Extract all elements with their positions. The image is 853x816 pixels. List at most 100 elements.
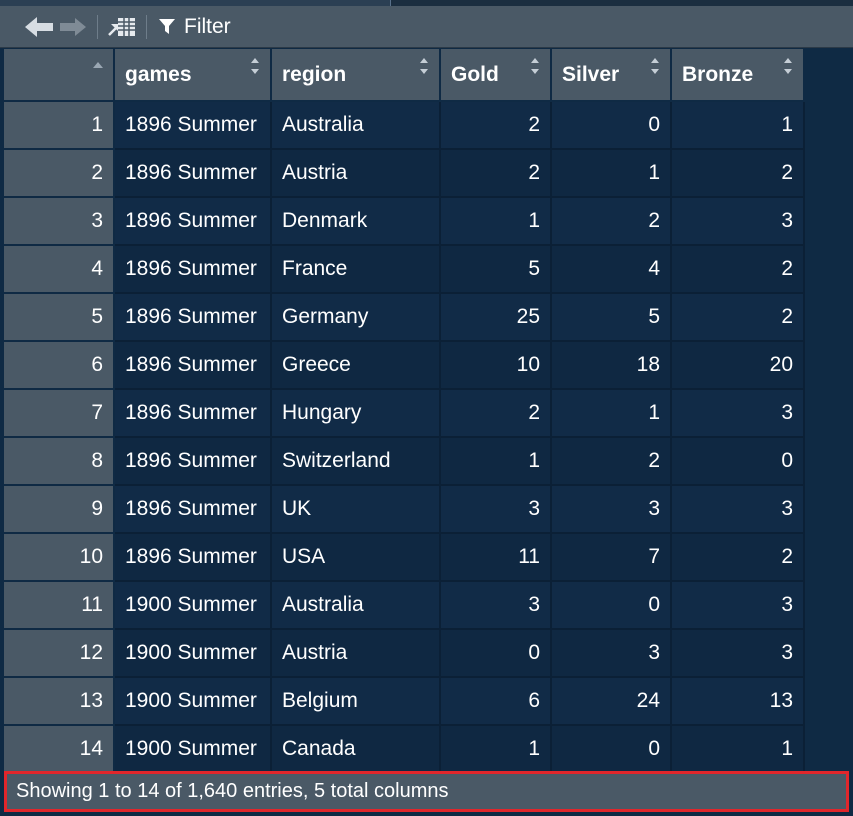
row-index-cell: 2 (4, 149, 115, 198)
row-index-cell: 1 (4, 101, 115, 150)
cell-gold: 5 (440, 245, 552, 294)
popout-button[interactable] (105, 6, 139, 48)
row-index-header[interactable] (4, 49, 115, 102)
cell-silver: 7 (551, 533, 672, 582)
table-row: 6 1896 Summer Greece 10 18 20 (4, 341, 805, 390)
cell-silver: 18 (551, 341, 672, 390)
arrow-left-icon (25, 16, 53, 37)
cell-silver: 3 (551, 629, 672, 678)
sort-icon (531, 58, 539, 74)
row-index-cell: 11 (4, 581, 115, 630)
cell-bronze: 3 (671, 485, 805, 534)
cell-bronze: 2 (671, 149, 805, 198)
column-header-bronze[interactable]: Bronze (671, 49, 805, 102)
cell-region: France (271, 245, 441, 294)
cell-games: 1896 Summer (114, 389, 272, 438)
cell-games: 1896 Summer (114, 197, 272, 246)
cell-region: Greece (271, 341, 441, 390)
cell-games: 1900 Summer (114, 629, 272, 678)
table-row: 13 1900 Summer Belgium 6 24 13 (4, 677, 805, 726)
cell-bronze: 2 (671, 293, 805, 342)
cell-region: Australia (271, 101, 441, 150)
column-header-silver[interactable]: Silver (551, 49, 672, 102)
row-index-cell: 12 (4, 629, 115, 678)
cell-games: 1896 Summer (114, 533, 272, 582)
cell-region: Belgium (271, 677, 441, 726)
cell-gold: 2 (440, 149, 552, 198)
cell-gold: 3 (440, 485, 552, 534)
column-header-label: Silver (562, 62, 620, 86)
table-row: 14 1900 Summer Canada 1 0 1 (4, 725, 805, 774)
popout-icon (108, 17, 135, 36)
cell-gold: 10 (440, 341, 552, 390)
cell-silver: 24 (551, 677, 672, 726)
cell-silver: 5 (551, 293, 672, 342)
filter-funnel-icon (159, 18, 175, 34)
row-index-cell: 8 (4, 437, 115, 486)
row-index-cell: 10 (4, 533, 115, 582)
cell-gold: 1 (440, 197, 552, 246)
table-row: 5 1896 Summer Germany 25 5 2 (4, 293, 805, 342)
cell-silver: 0 (551, 581, 672, 630)
cell-bronze: 13 (671, 677, 805, 726)
table-row: 7 1896 Summer Hungary 2 1 3 (4, 389, 805, 438)
cell-gold: 6 (440, 677, 552, 726)
cell-games: 1900 Summer (114, 581, 272, 630)
row-index-cell: 5 (4, 293, 115, 342)
cell-games: 1896 Summer (114, 437, 272, 486)
column-header-games[interactable]: games (114, 49, 272, 102)
cell-silver: 3 (551, 485, 672, 534)
table-row: 3 1896 Summer Denmark 1 2 3 (4, 197, 805, 246)
cell-gold: 2 (440, 101, 552, 150)
column-header-label: games (125, 62, 192, 86)
back-button[interactable] (22, 6, 56, 48)
cell-bronze: 2 (671, 245, 805, 294)
column-header-gold[interactable]: Gold (440, 49, 552, 102)
cell-bronze: 3 (671, 581, 805, 630)
cell-silver: 1 (551, 389, 672, 438)
column-header-label: Gold (451, 62, 499, 86)
cell-region: Canada (271, 725, 441, 774)
header-row: games region Gold Silver Bronze (4, 49, 805, 102)
cell-games: 1900 Summer (114, 725, 272, 774)
cell-bronze: 3 (671, 629, 805, 678)
cell-gold: 1 (440, 437, 552, 486)
column-header-region[interactable]: region (271, 49, 441, 102)
cell-silver: 0 (551, 101, 672, 150)
forward-button[interactable] (56, 6, 90, 48)
cell-region: Denmark (271, 197, 441, 246)
sort-icon (651, 58, 659, 74)
cell-games: 1896 Summer (114, 485, 272, 534)
cell-games: 1896 Summer (114, 245, 272, 294)
cell-silver: 2 (551, 197, 672, 246)
sort-icon (251, 58, 259, 74)
data-grid: games region Gold Silver Bronze 1 1896 S… (4, 49, 853, 774)
arrow-right-icon (60, 17, 86, 36)
cell-games: 1896 Summer (114, 293, 272, 342)
data-table: games region Gold Silver Bronze 1 1896 S… (4, 49, 805, 774)
cell-bronze: 1 (671, 725, 805, 774)
cell-region: Germany (271, 293, 441, 342)
cell-gold: 11 (440, 533, 552, 582)
table-row: 2 1896 Summer Austria 2 1 2 (4, 149, 805, 198)
cell-games: 1900 Summer (114, 677, 272, 726)
row-index-cell: 7 (4, 389, 115, 438)
cell-gold: 2 (440, 389, 552, 438)
cell-region: UK (271, 485, 441, 534)
filter-button[interactable]: Filter (154, 15, 231, 39)
table-row: 12 1900 Summer Austria 0 3 3 (4, 629, 805, 678)
sort-icon (784, 58, 792, 74)
cell-gold: 3 (440, 581, 552, 630)
sort-up-icon (93, 62, 103, 68)
table-row: 4 1896 Summer France 5 4 2 (4, 245, 805, 294)
cell-bronze: 3 (671, 197, 805, 246)
cell-silver: 2 (551, 437, 672, 486)
table-row: 1 1896 Summer Australia 2 0 1 (4, 101, 805, 150)
column-header-label: Bronze (682, 62, 754, 86)
table-row: 8 1896 Summer Switzerland 1 2 0 (4, 437, 805, 486)
sort-icon (420, 58, 428, 74)
cell-bronze: 1 (671, 101, 805, 150)
cell-bronze: 20 (671, 341, 805, 390)
cell-region: Switzerland (271, 437, 441, 486)
entries-summary: Showing 1 to 14 of 1,640 entries, 5 tota… (16, 780, 449, 802)
